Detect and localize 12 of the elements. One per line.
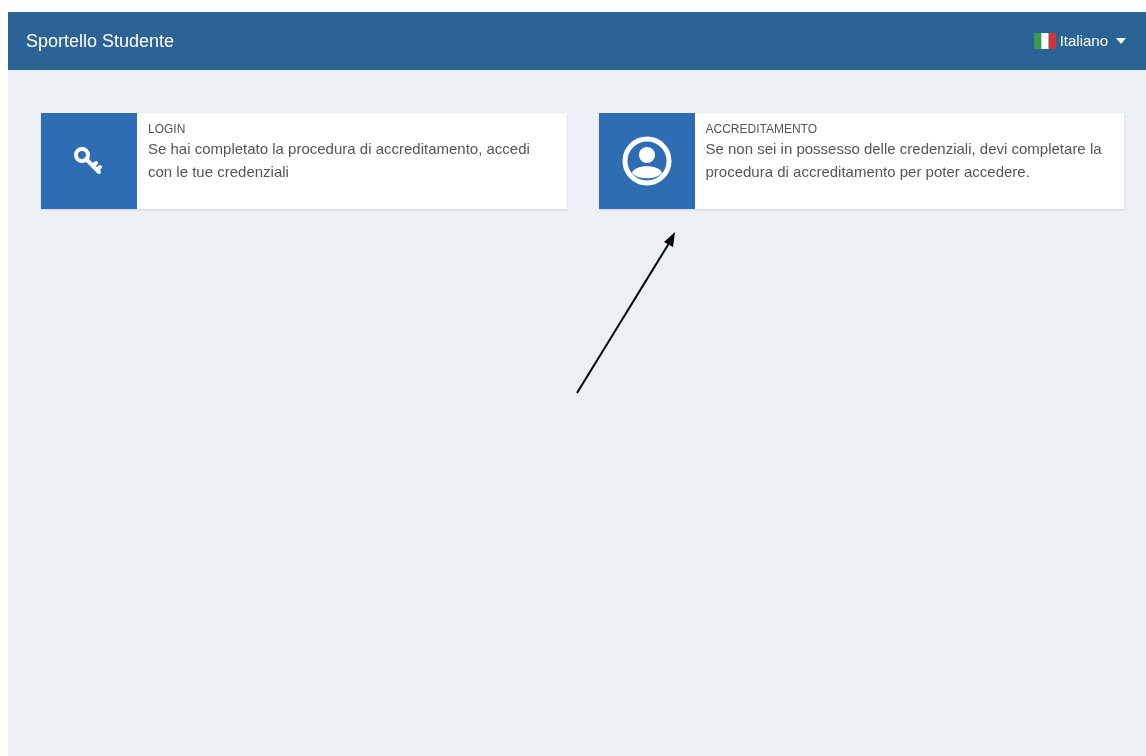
option-card[interactable]: ACCREDITAMENTO Se non sei in possesso delle credenziali, devi completare la procedura di accreditamento per poter accedere. (598, 113, 1124, 209)
app-title: Sportello Studente (26, 29, 175, 53)
language-menu[interactable]: Italiano (1033, 29, 1126, 53)
caret-icon (1116, 38, 1126, 44)
flag-icon (1033, 33, 1056, 49)
card-description: Se hai completato la procedura di accreditamento, accedi con le tue credenziali (148, 139, 531, 182)
card-title: LOGIN (148, 121, 187, 137)
option-card[interactable]: LOGIN Se hai completato la procedura di accreditamento, accedi con le tue credenziali (41, 113, 567, 209)
card-description: Se non sei in possesso delle credenziali, devi completare la procedura di accreditamento per poter accedere. (705, 139, 1103, 182)
card-title: ACCREDITAMENTO (705, 121, 819, 137)
key-icon (73, 145, 105, 177)
user-icon (621, 136, 672, 186)
